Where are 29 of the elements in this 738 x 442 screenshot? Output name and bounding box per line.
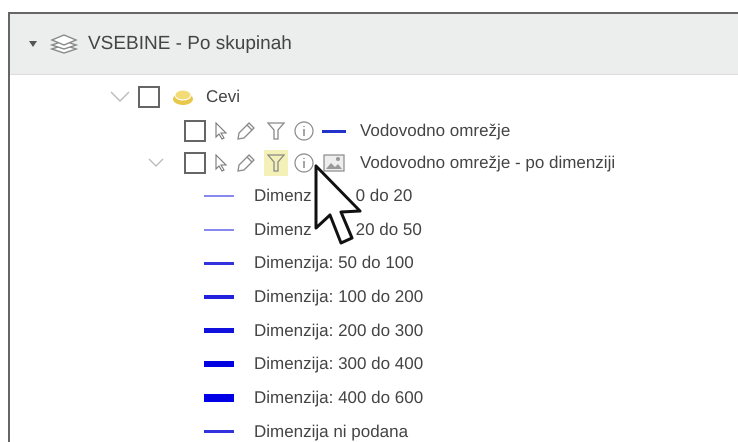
caret-icon[interactable] xyxy=(28,40,38,48)
legend-label: Dimenzija: 100 do 200 xyxy=(254,286,424,307)
pencil-icon[interactable] xyxy=(236,153,256,173)
checkbox[interactable] xyxy=(184,152,206,174)
chevron-icon[interactable] xyxy=(110,91,130,103)
legend-label: Dimenzija ni podana xyxy=(254,422,408,442)
layer-name[interactable]: Vodovodno omrežje - po dimenziji xyxy=(360,153,616,173)
legend-label: Dimenzija: 400 do 600 xyxy=(254,388,424,408)
layers-icon xyxy=(50,33,78,55)
legend-label: 0 do 20 xyxy=(356,186,412,206)
legend-label: Dimenz xyxy=(254,186,312,206)
pointer-icon[interactable] xyxy=(214,154,228,172)
legend-label: 20 do 50 xyxy=(356,220,422,240)
chevron-icon[interactable] xyxy=(148,158,164,168)
legend-label: Dimenzija: 300 do 400 xyxy=(254,354,424,374)
layer-name[interactable]: Vodovodno omrežje xyxy=(360,121,510,141)
legend-label: Dimenz xyxy=(254,220,312,240)
info-icon[interactable] xyxy=(294,153,314,173)
filter-button[interactable] xyxy=(264,150,288,176)
layers-icon xyxy=(172,88,194,106)
legend-label: Dimenzija: 50 do 100 xyxy=(254,253,414,274)
panel-title: VSEBINE - Po skupinah xyxy=(88,33,292,55)
info-icon[interactable] xyxy=(294,121,314,141)
pointer-icon[interactable] xyxy=(214,122,228,140)
legend-label: Dimenzija: 200 do 300 xyxy=(254,320,424,341)
checkbox[interactable] xyxy=(138,86,160,108)
pencil-icon[interactable] xyxy=(236,121,256,141)
checkbox[interactable] xyxy=(184,120,206,142)
group-name[interactable]: Cevi xyxy=(206,87,240,107)
